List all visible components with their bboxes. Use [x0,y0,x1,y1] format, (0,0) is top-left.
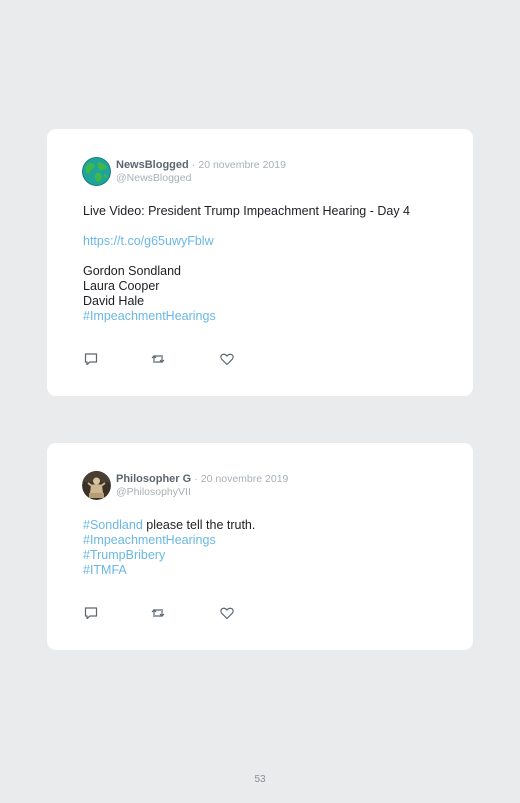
tweet-text: #Sondland please tell the truth. #Impeac… [83,518,255,578]
tweet-text: Live Video: President Trump Impeachment … [83,204,410,324]
tweet-actions [83,351,243,367]
globe-icon [82,157,111,186]
tweet-card: Philosopher G · 20 novembre 2019 @Philos… [47,443,473,650]
retweet-icon[interactable] [150,351,166,367]
hashtag-link[interactable]: #ImpeachmentHearings [83,533,255,548]
tweet-link[interactable]: https://t.co/g65uwyFblw [83,234,410,249]
avatar[interactable] [82,471,111,500]
reply-icon[interactable] [83,351,99,367]
like-icon[interactable] [219,351,235,367]
display-name[interactable]: Philosopher G [116,473,191,485]
like-icon[interactable] [219,605,235,621]
tweet-author-line: Philosopher G · 20 novembre 2019 [116,473,288,486]
separator: · [191,159,196,171]
retweet-icon[interactable] [150,605,166,621]
statue-icon [82,471,111,500]
user-handle[interactable]: @NewsBlogged [116,172,191,185]
user-handle[interactable]: @PhilosophyVII [116,486,191,499]
tweet-date[interactable]: 20 novembre 2019 [198,159,286,171]
tweet-date[interactable]: 20 novembre 2019 [201,473,289,485]
page-number: 53 [254,774,266,785]
hashtag-link[interactable]: #ITMFA [83,563,255,578]
hashtag-link[interactable]: #TrumpBribery [83,548,255,563]
tweet-line: Gordon Sondland [83,264,181,278]
hashtag-link[interactable]: #Sondland [83,518,143,532]
reply-icon[interactable] [83,605,99,621]
avatar[interactable] [82,157,111,186]
tweet-actions [83,605,243,621]
display-name[interactable]: NewsBlogged [116,159,189,171]
tweet-line: Laura Cooper [83,279,160,293]
tweet-author-line: NewsBlogged · 20 novembre 2019 [116,159,286,172]
hashtag-link[interactable]: #ImpeachmentHearings [83,309,410,324]
separator: · [194,473,198,485]
tweet-line: #Sondland please tell the truth. [83,518,255,533]
tweet-line: David Hale [83,294,145,308]
tweet-line: Live Video: President Trump Impeachment … [83,204,411,218]
tweet-line-text: please tell the truth. [142,518,256,532]
tweet-card: NewsBlogged · 20 novembre 2019 @NewsBlog… [47,129,473,396]
